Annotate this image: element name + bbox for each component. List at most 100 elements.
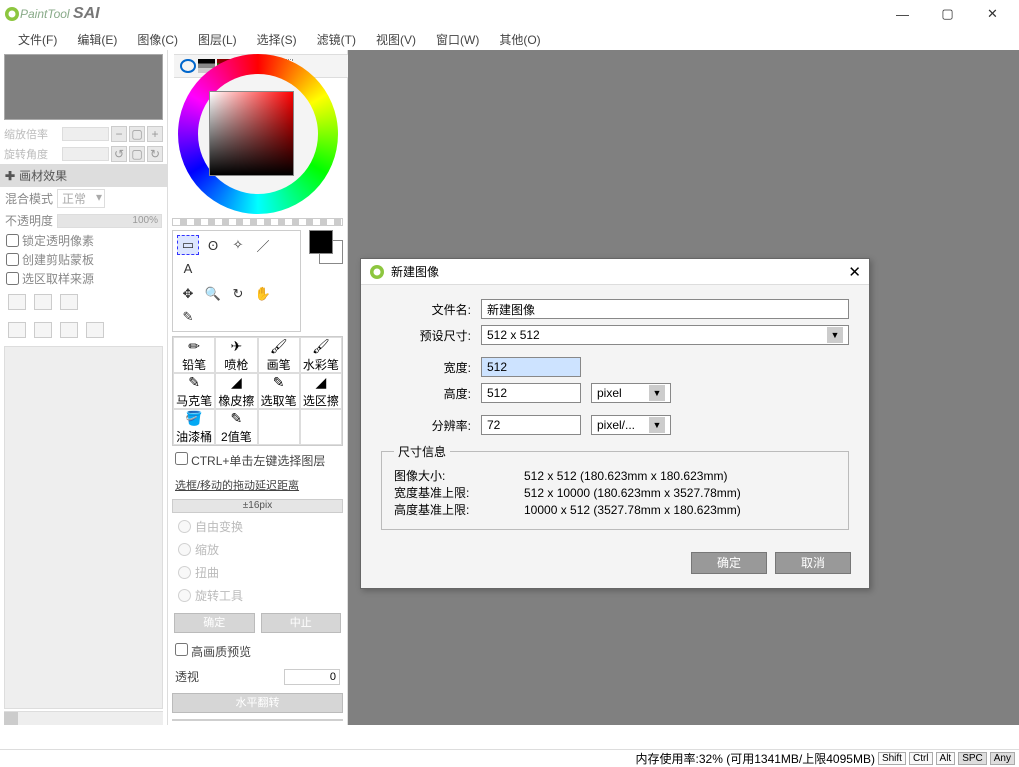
brush-empty-2[interactable] (300, 409, 342, 445)
text-tool-icon[interactable]: A (177, 258, 199, 278)
layer-list[interactable] (4, 346, 163, 709)
flip-horizontal-button[interactable]: 水平翻转 (172, 693, 343, 713)
chevron-down-icon: ▼ (649, 385, 665, 401)
window-close-button[interactable]: ✕ (970, 0, 1015, 28)
zoom-plus-button[interactable]: + (147, 126, 163, 142)
layer-opacity-slider[interactable]: 100% (57, 214, 162, 228)
zoom-minus-button[interactable]: − (111, 126, 127, 142)
height-label: 高度: (381, 385, 481, 402)
height-max-label: 高度基准上限: (394, 502, 524, 519)
rect-select-tool-icon[interactable]: ▭ (177, 235, 199, 255)
zoom-slider[interactable] (62, 127, 109, 141)
line-tool-icon[interactable]: ／ (252, 235, 274, 255)
menu-layer[interactable]: 图层(L) (188, 29, 247, 50)
navigator-thumbnail[interactable] (4, 54, 163, 120)
rotate-slider[interactable] (62, 147, 109, 161)
lasso-tool-icon[interactable]: ʘ (202, 235, 224, 255)
menu-view[interactable]: 视图(V) (366, 29, 426, 50)
rotate-reset2-button[interactable]: ▢ (129, 146, 145, 162)
window-minimize-button[interactable]: — (880, 0, 925, 28)
flip-vertical-button[interactable] (172, 719, 343, 721)
zoom-tool-icon[interactable]: 🔍 (202, 284, 224, 304)
width-input[interactable] (481, 357, 581, 377)
drag-delay-label: 选框/移动的拖动延迟距离 (172, 475, 343, 495)
dialog-cancel-button[interactable]: 取消 (775, 552, 851, 574)
size-info-group: 尺寸信息 图像大小:512 x 512 (180.623mm x 180.623… (381, 443, 849, 530)
brush-eraser[interactable]: ◢橡皮擦 (215, 373, 257, 409)
menu-filter[interactable]: 滤镜(T) (307, 29, 366, 50)
lock-alpha-label: 锁定透明像素 (22, 232, 94, 249)
hand-tool-icon[interactable]: ✋ (252, 284, 274, 304)
window-titlebar: PaintTool SAI — ▢ ✕ (0, 0, 1019, 28)
key-alt: Alt (936, 752, 956, 765)
perspective-label: 透视 (175, 668, 199, 685)
sel-source-checkbox[interactable] (6, 272, 19, 285)
menu-edit[interactable]: 编辑(E) (67, 29, 127, 50)
brush-selerase[interactable]: ◢选区擦 (300, 373, 342, 409)
brush-bucket[interactable]: 🪣油漆桶 (173, 409, 215, 445)
dialog-close-button[interactable]: ✕ (848, 263, 861, 281)
left-panel: 缩放倍率 − ▢ + 旋转角度 ↺ ▢ ↻ ✚画材效果 混合模式 正常▾ 不透明… (0, 50, 168, 725)
brush-pencil[interactable]: ✏铅笔 (173, 337, 215, 373)
fg-bg-swatch[interactable] (309, 230, 343, 264)
flatten-icon[interactable] (34, 322, 52, 338)
res-unit-select[interactable]: pixel/...▼ (591, 415, 671, 435)
color-wheel[interactable] (172, 54, 343, 214)
app-title: PaintTool SAI (20, 5, 100, 23)
merge-down-icon[interactable] (8, 322, 26, 338)
size-info-legend: 尺寸信息 (394, 443, 450, 460)
menu-select[interactable]: 选择(S) (247, 29, 307, 50)
rotate-ccw2-button[interactable]: ↺ (111, 146, 127, 162)
magic-wand-tool-icon[interactable]: ✧ (227, 235, 249, 255)
rotate-tool-icon[interactable]: ↻ (227, 284, 249, 304)
brush-marker[interactable]: ✎马克笔 (173, 373, 215, 409)
brush-airbrush[interactable]: ✈喷枪 (215, 337, 257, 373)
rotate-cw2-button[interactable]: ↻ (147, 146, 163, 162)
brush-empty-1[interactable] (258, 409, 300, 445)
new-folder-icon[interactable] (60, 294, 78, 310)
eyedropper-tool-icon[interactable]: ✎ (177, 307, 199, 327)
tool-panel: ▭ ʘ ✧ ／ A ✥ 🔍 ↻ ✋ ✎ ✏铅笔 ✈喷枪 🖌画笔 🖌水彩笔 ✎马克… (168, 50, 348, 725)
height-input[interactable] (481, 383, 581, 403)
menu-window[interactable]: 窗口(W) (426, 29, 489, 50)
brush-watercolor[interactable]: 🖌水彩笔 (300, 337, 342, 373)
dialog-icon (369, 264, 385, 280)
color-square[interactable] (209, 91, 294, 176)
new-layer-icon[interactable] (8, 294, 26, 310)
brush-brush[interactable]: 🖌画笔 (258, 337, 300, 373)
effects-header[interactable]: ✚画材效果 (0, 164, 167, 187)
perspective-input[interactable] (284, 669, 340, 685)
transform-cancel-button[interactable]: 中止 (261, 613, 342, 633)
delete-layer-icon[interactable] (86, 322, 104, 338)
menu-file[interactable]: 文件(F) (8, 29, 67, 50)
window-maximize-button[interactable]: ▢ (925, 0, 970, 28)
zoom-reset-button[interactable]: ▢ (129, 126, 145, 142)
lock-alpha-checkbox[interactable] (6, 234, 19, 247)
layer-opacity-label: 不透明度 (5, 212, 53, 229)
dialog-ok-button[interactable]: 确定 (691, 552, 767, 574)
sel-source-label: 选区取样来源 (22, 270, 94, 287)
brush-selpen[interactable]: ✎选取笔 (258, 373, 300, 409)
ctrl-click-label: CTRL+单击左键选择图层 (191, 454, 325, 468)
key-shift: Shift (878, 752, 906, 765)
new-linework-icon[interactable] (34, 294, 52, 310)
clip-mask-checkbox[interactable] (6, 253, 19, 266)
preset-select[interactable]: 512 x 512▼ (481, 325, 849, 345)
drag-delay-value[interactable]: ±16pix (172, 499, 343, 513)
resolution-input[interactable] (481, 415, 581, 435)
hq-preview-checkbox[interactable] (175, 643, 188, 656)
menu-image[interactable]: 图像(C) (127, 29, 188, 50)
layer-hscroll[interactable] (4, 711, 163, 725)
wh-unit-select[interactable]: pixel▼ (591, 383, 671, 403)
blend-mode-select[interactable]: 正常▾ (57, 189, 105, 208)
layer-action-row-1 (0, 288, 167, 316)
scratchpad[interactable] (172, 218, 343, 226)
brush-binary[interactable]: ✎2值笔 (215, 409, 257, 445)
transform-ok-button[interactable]: 确定 (174, 613, 255, 633)
clear-layer-icon[interactable] (60, 322, 78, 338)
filename-input[interactable] (481, 299, 849, 319)
hq-preview-label: 高画质预览 (191, 645, 251, 659)
menu-other[interactable]: 其他(O) (489, 29, 550, 50)
ctrl-click-layer-checkbox[interactable] (175, 452, 188, 465)
move-tool-icon[interactable]: ✥ (177, 284, 199, 304)
